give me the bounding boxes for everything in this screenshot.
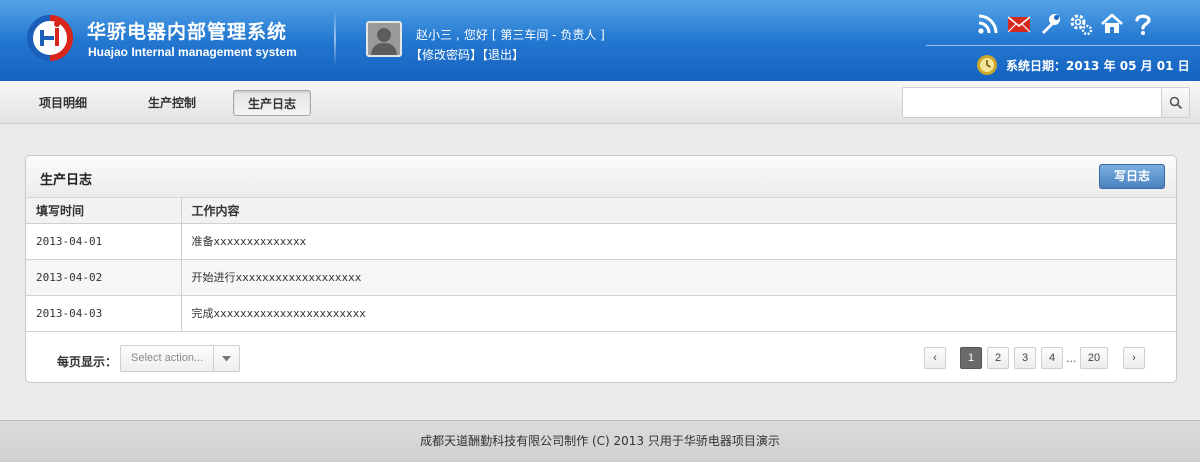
footer: 成都天道酬勤科技有限公司制作 (C) 2013 只用于华骄电器项目演示 — [0, 420, 1200, 462]
chevron-down-icon[interactable] — [213, 346, 239, 371]
production-log-panel: 生产日志 写日志 填写时间 工作内容 2013-04-01 准备xxxxxxxx… — [25, 155, 1177, 383]
tools-icon[interactable] — [1034, 11, 1065, 37]
system-date-text: 系统日期：2013 年 05 月 01 日 — [1006, 58, 1190, 73]
search-box — [902, 87, 1190, 118]
settings-icon[interactable] — [1065, 11, 1096, 37]
panel-header: 生产日志 写日志 — [26, 156, 1176, 198]
row-date: 2013-04-03 — [26, 295, 182, 332]
header-divider — [334, 10, 336, 66]
tab-production-log[interactable]: 生产日志 — [233, 90, 312, 116]
user-greeting: 赵小三, 您好[ 第三车间 - 负责人 ] — [416, 28, 605, 42]
header-icon-bar — [972, 11, 1158, 37]
nav-bar: 项目明细 生产控制 生产日志 — [0, 81, 1200, 124]
pagination-page-3[interactable]: 3 — [1014, 347, 1036, 369]
log-table: 填写时间 工作内容 2013-04-01 准备xxxxxxxxxxxxxx 20… — [26, 198, 1176, 332]
search-button[interactable] — [1161, 88, 1189, 117]
pagination-page-1[interactable]: 1 — [960, 347, 982, 369]
row-date: 2013-04-02 — [26, 259, 182, 296]
column-header-content[interactable]: 工作内容 — [181, 198, 1176, 224]
clock-icon — [977, 55, 997, 75]
row-content: 开始进行xxxxxxxxxxxxxxxxxxx — [181, 259, 1176, 296]
avatar[interactable] — [366, 21, 402, 57]
per-page-select[interactable]: Select action... — [120, 345, 240, 372]
pagination-ellipsis: ... — [1066, 352, 1077, 365]
help-icon[interactable] — [1127, 11, 1158, 37]
table-header-row: 填写时间 工作内容 — [26, 198, 1176, 224]
search-icon — [1169, 96, 1182, 109]
tab-project-details[interactable]: 项目明细 — [25, 90, 101, 116]
change-password-link[interactable]: 【修改密码】 — [410, 48, 482, 62]
mail-icon[interactable] — [1003, 11, 1034, 37]
tab-production-control[interactable]: 生产控制 — [134, 90, 210, 116]
table-row[interactable]: 2013-04-03 完成xxxxxxxxxxxxxxxxxxxxxxx — [26, 295, 1176, 332]
row-content: 准备xxxxxxxxxxxxxx — [181, 223, 1176, 260]
pagination-page-4[interactable]: 4 — [1041, 347, 1063, 369]
table-row[interactable]: 2013-04-02 开始进行xxxxxxxxxxxxxxxxxxx — [26, 259, 1176, 296]
select-placeholder: Select action... — [131, 352, 204, 364]
user-links: 【修改密码】【退出】 — [410, 46, 524, 63]
column-header-date[interactable]: 填写时间 — [26, 198, 182, 224]
row-content: 完成xxxxxxxxxxxxxxxxxxxxxxx — [181, 295, 1176, 332]
per-page-label: 每页显示： — [57, 355, 118, 369]
user-name: 赵小三 — [416, 28, 453, 42]
app-title: 华骄电器内部管理系统 — [87, 21, 288, 43]
pagination-page-last[interactable]: 20 — [1080, 347, 1108, 369]
search-input[interactable] — [903, 88, 1161, 117]
company-logo — [27, 15, 73, 61]
home-icon[interactable] — [1096, 11, 1127, 37]
row-date: 2013-04-01 — [26, 223, 182, 260]
table-row[interactable]: 2013-04-01 准备xxxxxxxxxxxxxx — [26, 223, 1176, 260]
pagination-page-2[interactable]: 2 — [987, 347, 1009, 369]
write-log-button[interactable]: 写日志 — [1099, 164, 1165, 189]
header-rule — [926, 45, 1200, 46]
user-role: [ 第三车间 - 负责人 ] — [491, 28, 605, 42]
greeting-text: 您好 — [463, 28, 488, 42]
pagination-prev[interactable]: ‹ — [924, 347, 946, 369]
app-subtitle: Huajao Internal management system — [88, 45, 297, 59]
app-header: 华骄电器内部管理系统 Huajao Internal management sy… — [0, 0, 1200, 81]
user-silhouette-icon — [371, 28, 397, 55]
rss-icon[interactable] — [972, 11, 1003, 37]
system-date: 系统日期：2013 年 05 月 01 日 — [976, 54, 1190, 76]
logout-link[interactable]: 【退出】 — [482, 48, 524, 62]
panel-title: 生产日志 — [40, 173, 93, 188]
pagination-next[interactable]: › — [1123, 347, 1145, 369]
